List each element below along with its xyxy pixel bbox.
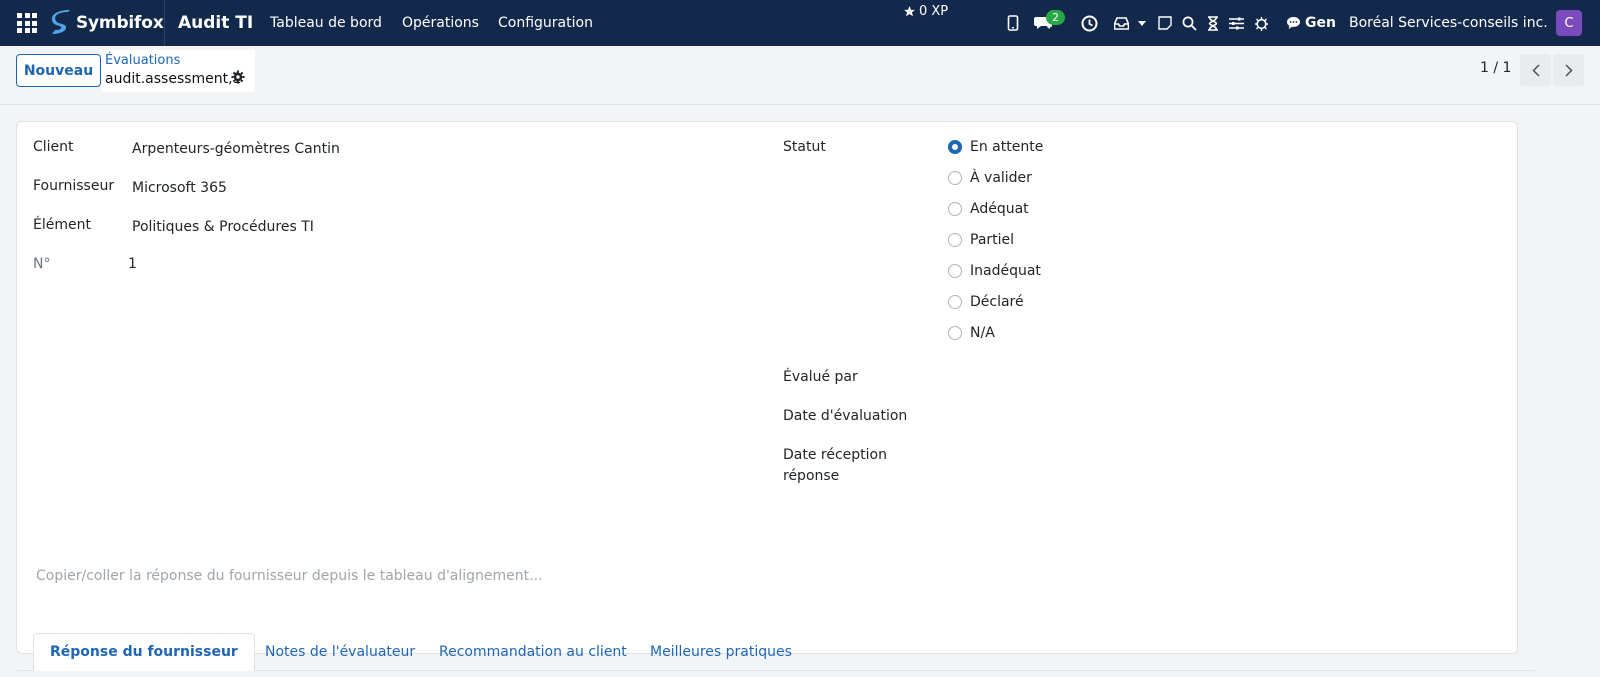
chevron-right-icon: [1564, 63, 1573, 77]
pager-next-button[interactable]: [1553, 54, 1584, 86]
hourglass-icon[interactable]: [1204, 0, 1222, 46]
brand-logo[interactable]: Symbifox: [50, 0, 164, 46]
response-date-label: Date réception: [783, 447, 887, 463]
evaluated-by-label: Évalué par: [783, 369, 858, 385]
tab-notes-evaluateur[interactable]: Notes de l'évaluateur: [249, 633, 431, 671]
tab-reponse-fournisseur[interactable]: Réponse du fournisseur: [33, 633, 255, 671]
chevron-left-icon: [1531, 63, 1540, 77]
radio-icon: [948, 264, 962, 278]
xp-counter[interactable]: 0 XP: [903, 4, 948, 19]
inbox-icon[interactable]: [1112, 0, 1130, 46]
response-date-label-line-2: réponse: [783, 468, 840, 484]
star-icon: [904, 6, 915, 17]
clock-icon[interactable]: [1080, 0, 1098, 46]
evaluation-date-label: Date d'évaluation: [783, 408, 908, 424]
client-label: Client: [33, 139, 74, 155]
bug-icon[interactable]: [1252, 0, 1270, 46]
breadcrumb: Évaluations audit.assessment,1: [101, 50, 255, 92]
status-option-na[interactable]: N/A: [948, 325, 995, 341]
radio-icon: [948, 202, 962, 216]
control-panel: Nouveau Évaluations audit.assessment,1 1…: [0, 46, 1600, 105]
pager-value[interactable]: 1 / 1: [1480, 60, 1511, 76]
status-option-adequat[interactable]: Adéquat: [948, 201, 1029, 217]
radio-selected-icon: [948, 140, 962, 154]
menu-configuration[interactable]: Configuration: [498, 0, 593, 46]
menu-operations[interactable]: Opérations: [402, 0, 479, 46]
speech-bubble-icon: [1287, 17, 1300, 29]
xp-value: 0 XP: [919, 4, 949, 19]
radio-icon: [948, 295, 962, 309]
apps-grid-icon[interactable]: [17, 0, 37, 46]
status-option-inadequat[interactable]: Inadéquat: [948, 263, 1041, 279]
element-field[interactable]: Politiques & Procédures TI: [132, 219, 314, 235]
sliders-icon[interactable]: [1227, 0, 1245, 46]
status-option-partiel[interactable]: Partiel: [948, 232, 1014, 248]
caret-icon[interactable]: [1136, 0, 1148, 46]
gear-icon[interactable]: [231, 70, 245, 84]
user-avatar[interactable]: C: [1556, 10, 1582, 36]
gen-label: Gen: [1305, 15, 1336, 31]
navbar-divider: [164, 0, 165, 46]
status-option-en-attente[interactable]: En attente: [948, 139, 1043, 155]
tab-recommandation-client[interactable]: Recommandation au client: [423, 633, 643, 671]
status-label: Statut: [783, 139, 826, 155]
company-switcher[interactable]: Boréal Services-conseils inc.: [1349, 0, 1548, 46]
status-option-a-valider[interactable]: À valider: [948, 170, 1032, 186]
breadcrumb-current-record: audit.assessment,1: [105, 71, 242, 87]
pager-previous-button[interactable]: [1520, 54, 1551, 86]
supplier-label: Fournisseur: [33, 178, 115, 194]
radio-icon: [948, 326, 962, 340]
gen-assistant[interactable]: Gen: [1286, 0, 1336, 46]
supplier-response-textarea[interactable]: [36, 568, 1496, 628]
radio-icon: [948, 171, 962, 185]
new-button[interactable]: Nouveau: [16, 54, 101, 87]
number-label: N°: [33, 256, 51, 272]
radio-icon: [948, 233, 962, 247]
supplier-field[interactable]: Microsoft 365: [132, 180, 227, 196]
symbifox-logo-icon: [51, 10, 70, 34]
note-icon[interactable]: [1156, 0, 1174, 46]
menu-tableau-de-bord[interactable]: Tableau de bord: [270, 0, 382, 46]
brand-name: Symbifox: [76, 13, 164, 33]
mobile-icon[interactable]: [1004, 0, 1022, 46]
tab-meilleures-pratiques[interactable]: Meilleures pratiques: [634, 633, 808, 671]
breadcrumb-evaluations-link[interactable]: Évaluations: [105, 53, 180, 68]
element-label: Élément: [33, 217, 91, 233]
search-icon[interactable]: [1180, 0, 1198, 46]
status-option-declare[interactable]: Déclaré: [948, 294, 1024, 310]
messages-badge: 2: [1046, 10, 1065, 25]
app-title[interactable]: Audit TI: [178, 0, 253, 46]
client-field[interactable]: Arpenteurs-géomètres Cantin: [132, 141, 340, 157]
number-field[interactable]: 1: [128, 256, 137, 272]
top-navbar: Symbifox Audit TI Tableau de bord Opérat…: [0, 0, 1600, 46]
